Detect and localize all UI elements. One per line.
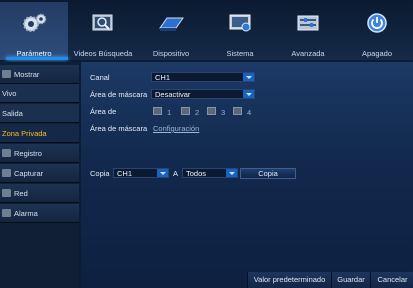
copia-source-value: CH1 [117, 169, 133, 178]
sidebar-item-salida[interactable]: Salida [0, 104, 79, 123]
area-3-checkbox[interactable] [207, 107, 216, 115]
tab-label: Avanzada [291, 49, 325, 58]
save-button[interactable]: Guardar [331, 272, 370, 288]
area-mascara-value: Desactivar [155, 90, 191, 99]
canal-select[interactable]: CH1 [151, 72, 255, 82]
copia-label: Copia [90, 169, 110, 178]
sidebar-item-label: Salida [2, 109, 23, 118]
sidebar-item-label: Vivo [2, 89, 17, 98]
area-4-number: 4 [247, 108, 252, 117]
a-label: A [173, 169, 179, 178]
sidebar-item-capturar[interactable]: Capturar [0, 164, 79, 183]
chevron-down-icon [226, 169, 237, 177]
area-3-number: 3 [221, 108, 226, 117]
tab-sistema[interactable]: Sistema [206, 2, 274, 60]
sidebar-item-zona-privada[interactable]: Zona Privada [0, 124, 79, 143]
chevron-down-icon [243, 73, 254, 81]
sidebar-item-label: Red [14, 189, 28, 198]
search-video-icon [92, 14, 113, 31]
area-2-checkbox[interactable] [181, 107, 190, 115]
area-mascara-select[interactable]: Desactivar [151, 89, 255, 99]
area-mascara-label: Área de máscara [90, 90, 148, 99]
tab-avanzada[interactable]: Avanzada [274, 2, 342, 60]
advanced-settings-icon [297, 15, 319, 31]
network-icon [2, 189, 11, 197]
main-panel: Canal CH1 Área de máscara Desactivar Áre… [81, 62, 413, 288]
sidebar-item-mostrar[interactable]: Mostrar [0, 65, 79, 84]
sidebar-item-alarma[interactable]: Alarma [0, 204, 79, 223]
tab-parametro[interactable]: Parámetro [0, 2, 68, 60]
sidebar-item-label: Alarma [14, 209, 38, 218]
system-monitor-icon [229, 14, 251, 32]
configuracion-link[interactable]: Configuración [153, 124, 199, 133]
copia-source-select[interactable]: CH1 [113, 168, 169, 178]
area-4-checkbox[interactable] [233, 107, 242, 115]
display-icon [2, 70, 11, 78]
tab-label: Sistema [226, 49, 254, 58]
active-tab-indicator [6, 57, 68, 60]
record-icon [2, 149, 11, 157]
area-1-checkbox[interactable] [153, 107, 162, 115]
chevron-down-icon [243, 90, 254, 98]
tab-label: Dispositivo [152, 49, 190, 58]
copia-target-value: Todos [186, 169, 207, 178]
tab-label: Videos Búsqueda [73, 49, 133, 58]
cancel-button[interactable]: Cancelar [370, 272, 413, 288]
canal-label: Canal [90, 73, 110, 82]
copia-button[interactable]: Copia [240, 168, 296, 179]
tab-label: Apagado [361, 49, 393, 58]
sidebar: Mostrar Vivo Salida Zona Privada Registr… [0, 62, 79, 288]
gear-icon [23, 13, 47, 32]
canal-value: CH1 [155, 73, 171, 82]
tab-videos-busqueda[interactable]: Videos Búsqueda [69, 2, 137, 60]
copia-target-select[interactable]: Todos [182, 168, 238, 178]
area-mascara-config-label: Área de máscara [90, 124, 148, 133]
tab-dispositivo[interactable]: Dispositivo [137, 2, 205, 60]
chevron-down-icon [157, 169, 168, 177]
area-de-label: Área de [90, 107, 117, 116]
sidebar-item-registro[interactable]: Registro [0, 144, 79, 163]
hard-disk-icon [159, 17, 184, 31]
top-menu-bar: Parámetro Videos Búsqueda Dispositivo Si… [0, 0, 413, 60]
area-2-number: 2 [195, 108, 200, 117]
sidebar-item-vivo[interactable]: Vivo [0, 84, 79, 103]
default-button[interactable]: Valor predeterminado [247, 272, 331, 288]
power-icon [367, 13, 387, 33]
tab-apagado[interactable]: Apagado [343, 2, 411, 60]
area-1-number: 1 [167, 108, 172, 117]
sidebar-item-label: Registro [14, 149, 42, 158]
capture-icon [2, 169, 11, 177]
alarm-icon [2, 209, 11, 217]
sidebar-item-label: Mostrar [14, 70, 40, 79]
sidebar-item-red[interactable]: Red [0, 184, 79, 203]
sidebar-item-label: Zona Privada [2, 129, 47, 138]
sidebar-item-label: Capturar [14, 169, 44, 178]
